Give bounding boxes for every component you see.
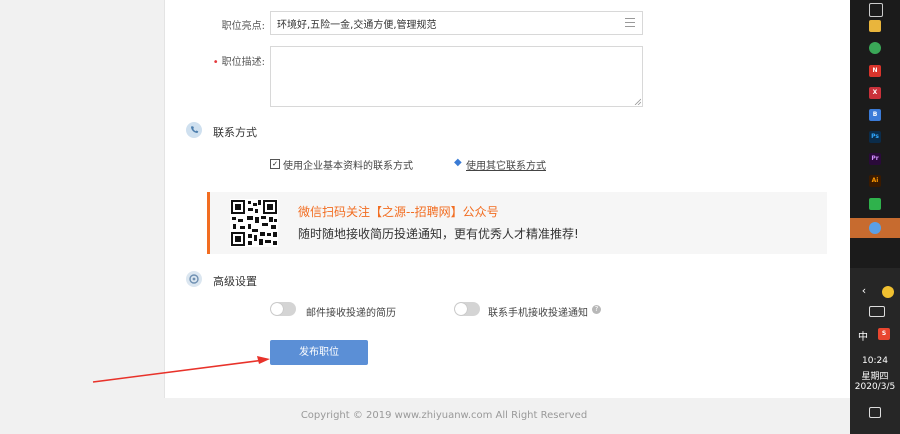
keyboard-icon[interactable] (869, 306, 885, 317)
browser-active-icon[interactable] (869, 222, 881, 234)
chevron-left-icon[interactable]: ‹ (850, 284, 878, 297)
job-form-page: 职位亮点: 环境好,五险一金,交通方便,管理规范 • 职位描述: 联系方式 ✓ 使… (164, 0, 852, 398)
wechat-app-icon[interactable] (869, 198, 881, 210)
illustrator-icon[interactable]: Ai (869, 175, 881, 187)
file-explorer-icon[interactable] (869, 20, 881, 32)
clock-time[interactable]: 10:24 (850, 356, 900, 366)
email-toggle[interactable] (270, 302, 296, 316)
tag-icon: ◆ (454, 157, 462, 168)
desktop-icon[interactable] (869, 3, 883, 17)
sms-toggle-label: 联系手机接收投递通知 (488, 308, 588, 319)
qr-code-icon (230, 199, 278, 247)
system-tray: ‹ 中 S 10:24 星期四 2020/3/5 (850, 268, 900, 434)
gear-icon (186, 271, 202, 287)
sms-toggle[interactable] (454, 302, 480, 316)
required-mark: • (212, 57, 219, 68)
input-method-indicator[interactable]: 中 (850, 328, 876, 343)
email-toggle-label: 邮件接收投递的简历 (306, 308, 396, 319)
notification-icon[interactable] (869, 407, 881, 418)
menu-icon[interactable] (625, 18, 635, 30)
description-label: • 职位描述: (195, 53, 265, 68)
use-company-contact-checkbox[interactable]: ✓ (270, 159, 280, 169)
highlights-label: 职位亮点: (221, 21, 265, 32)
description-label-text: 职位描述: (221, 57, 265, 68)
app-red-icon[interactable]: N (869, 65, 881, 77)
clock-date[interactable]: 2020/3/5 (850, 382, 900, 392)
other-contact-link[interactable]: 使用其它联系方式 (466, 157, 546, 172)
wechat-subtitle: 随时随地接收简历投递通知，更有优秀人才精准推荐! (298, 227, 579, 241)
resize-grip-icon[interactable] (634, 98, 641, 105)
highlights-value: 环境好,五险一金,交通方便,管理规范 (277, 20, 437, 31)
clock-weekday[interactable]: 星期四 (850, 369, 900, 382)
help-icon[interactable]: ? (592, 305, 601, 314)
advanced-section-title: 高级设置 (213, 275, 257, 288)
footer-copyright: Copyright © 2019 www.zhiyuanw.com All Ri… (300, 410, 588, 421)
wechat-title: 微信扫码关注【之源--招聘网】公众号 (298, 205, 499, 219)
publish-button[interactable]: 发布职位 (270, 340, 368, 365)
xmind-icon[interactable]: X (869, 87, 881, 99)
contact-section-title: 联系方式 (213, 126, 257, 139)
use-company-contact-label: 使用企业基本资料的联系方式 (283, 161, 413, 172)
chrome-icon[interactable] (869, 42, 881, 54)
premiere-icon[interactable]: Pr (869, 153, 881, 165)
sogou-ime-icon[interactable]: S (878, 328, 890, 340)
phone-icon (186, 122, 202, 138)
qq-icon[interactable] (882, 286, 894, 298)
taskbar: N X B Ps Pr Ai ‹ 中 S 10:24 星期四 2020/3/5 (850, 0, 900, 434)
highlights-input[interactable]: 环境好,五险一金,交通方便,管理规范 (270, 11, 643, 35)
wechat-banner: 微信扫码关注【之源--招聘网】公众号 随时随地接收简历投递通知，更有优秀人才精准… (207, 192, 827, 254)
photoshop-icon[interactable]: Ps (869, 131, 881, 143)
app-blue-icon[interactable]: B (869, 109, 881, 121)
description-textarea[interactable] (270, 46, 643, 107)
